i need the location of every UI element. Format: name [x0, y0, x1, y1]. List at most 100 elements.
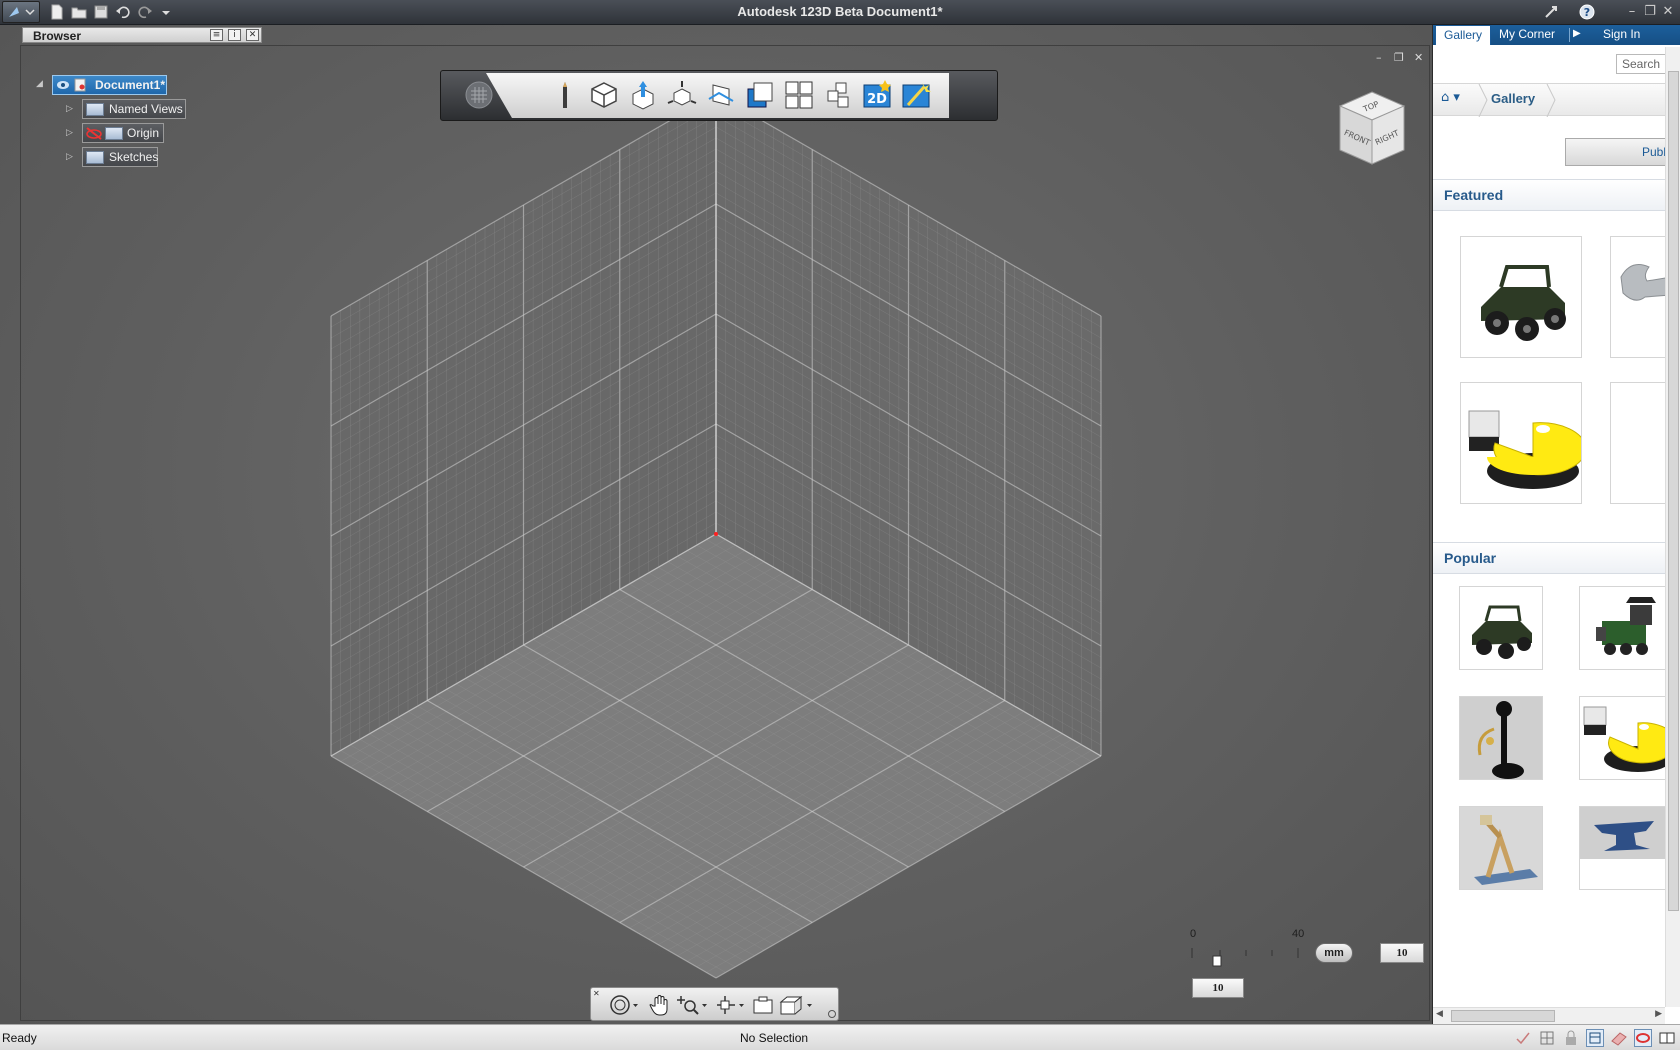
modify-icon[interactable] — [627, 79, 659, 111]
tree-collapse-icon[interactable]: ◢ — [36, 79, 46, 89]
breadcrumb-gallery[interactable]: Gallery — [1491, 91, 1535, 106]
browser-panel-header: Browser ≡ i ✕ — [22, 27, 262, 43]
tree-item-sketches[interactable]: Sketches — [82, 147, 158, 167]
popular-thumb-telephone[interactable] — [1459, 696, 1543, 780]
snap-grid-icon[interactable] — [1586, 1029, 1604, 1047]
browser-info-icon[interactable]: i — [228, 29, 241, 41]
gallery-vertical-scrollbar[interactable] — [1665, 47, 1680, 1007]
publish-button[interactable]: Publis — [1565, 138, 1680, 166]
folder-icon — [86, 151, 104, 164]
popular-thumb-anvil[interactable] — [1579, 806, 1669, 890]
scroll-left-icon[interactable]: ◀ — [1436, 1009, 1443, 1019]
browser-list-icon[interactable]: ≡ — [210, 29, 223, 41]
fit-icon[interactable] — [751, 994, 775, 1016]
folder-icon — [105, 127, 123, 140]
viewport-close-icon[interactable]: ✕ — [1414, 51, 1423, 64]
unit-button[interactable]: mm — [1315, 943, 1353, 963]
communication-icon[interactable] — [1542, 3, 1562, 21]
popular-thumb-locomotive[interactable] — [1579, 586, 1669, 670]
tab-gallery[interactable]: Gallery — [1435, 25, 1491, 45]
viewport-minimize-icon[interactable]: – — [1376, 51, 1382, 64]
selection-status: No Selection — [740, 1031, 809, 1045]
2d-drawing-icon[interactable]: 2D — [861, 79, 893, 111]
layout-icon[interactable] — [1658, 1029, 1676, 1047]
tree-item-named-views[interactable]: Named Views — [82, 99, 186, 119]
tab-sign-in[interactable]: Sign In — [1603, 25, 1640, 45]
minimize-button[interactable]: – — [1624, 4, 1640, 20]
orbit-icon[interactable] — [609, 994, 638, 1016]
look-at-icon[interactable] — [715, 994, 749, 1016]
restore-button[interactable]: ❐ — [1642, 4, 1658, 20]
play-icon[interactable]: ▶ — [1569, 28, 1581, 42]
scale-value-field[interactable]: 10 — [1192, 978, 1244, 998]
checkmark-icon[interactable] — [1514, 1029, 1532, 1047]
viewport-restore-icon[interactable]: ❐ — [1394, 51, 1404, 64]
gallery-horizontal-scrollbar[interactable]: ◀ ▶ — [1433, 1007, 1665, 1024]
shaded-view-icon[interactable] — [1610, 1029, 1628, 1047]
viewcube[interactable]: TOP FRONT RIGHT — [1336, 88, 1408, 172]
measure-icon[interactable] — [783, 79, 815, 111]
navbar-options-icon[interactable] — [828, 1010, 836, 1018]
featured-thumb-empty[interactable] — [1610, 382, 1670, 504]
3d-viewport[interactable]: – ❐ ✕ — [0, 25, 1432, 1024]
tree-expand-icon[interactable]: ▷ — [66, 128, 76, 138]
lock-icon[interactable] — [1562, 1029, 1580, 1047]
tree-item-document[interactable]: Document1* — [52, 75, 167, 95]
tree-item-label: Origin — [127, 126, 160, 140]
tree-expand-icon[interactable]: ▷ — [66, 104, 76, 114]
scroll-right-icon[interactable]: ▶ — [1655, 1009, 1662, 1019]
featured-thumb-jeep[interactable] — [1460, 236, 1582, 358]
origin-point — [714, 532, 718, 536]
gallery-panel: Gallery My Corner ▶ Sign In Search ⌂ ▾ G… — [1432, 25, 1680, 1024]
tree-item-label: Document1* — [95, 78, 166, 92]
grid-size-field[interactable]: 10 — [1380, 943, 1424, 963]
scrollbar-thumb[interactable] — [1668, 71, 1679, 911]
featured-thumb-wrench[interactable] — [1610, 236, 1670, 358]
navigation-bar: ✕ — [590, 987, 839, 1021]
folder-icon — [86, 103, 104, 116]
tab-my-corner[interactable]: My Corner — [1499, 25, 1555, 45]
status-text: Ready — [2, 1031, 37, 1045]
pattern-icon[interactable] — [666, 79, 698, 111]
featured-thumb-pacman[interactable] — [1460, 382, 1582, 504]
home-icon[interactable]: ⌂ ▾ — [1441, 90, 1477, 112]
construct-icon[interactable] — [588, 79, 620, 111]
combine-icon[interactable] — [744, 79, 776, 111]
help-icon[interactable]: ? — [1578, 3, 1598, 21]
navbar-close-icon[interactable]: ✕ — [593, 990, 601, 998]
tree-item-label: Sketches — [109, 150, 159, 164]
title-bar: Autodesk 123D Beta Document1* ? – ❐ ✕ — [0, 0, 1680, 25]
eye-icon[interactable] — [56, 78, 70, 92]
breadcrumb: ⌂ ▾ Gallery — [1433, 83, 1680, 117]
view-style-icon[interactable] — [777, 994, 817, 1016]
text-icon[interactable] — [822, 79, 854, 111]
breadcrumb-separator-icon — [1478, 84, 1488, 117]
grouping-icon[interactable] — [705, 79, 737, 111]
tree-item-label: Named Views — [109, 102, 183, 116]
tree-expand-icon[interactable]: ▷ — [66, 152, 76, 162]
sketch-icon[interactable] — [549, 79, 581, 111]
popular-thumb-pacman[interactable] — [1579, 696, 1669, 780]
popular-thumb-jeep[interactable] — [1459, 586, 1543, 670]
zoom-icon[interactable] — [675, 994, 709, 1016]
browser-close-icon[interactable]: ✕ — [246, 29, 259, 41]
svg-text:?: ? — [1584, 6, 1590, 19]
featured-label: Featured — [1444, 187, 1504, 203]
tree-item-origin[interactable]: Origin — [82, 123, 164, 143]
viewport-window-controls[interactable]: – ❐ ✕ — [1370, 51, 1430, 65]
materials-icon[interactable] — [900, 79, 932, 111]
visual-style-icon[interactable] — [1634, 1029, 1652, 1047]
popular-thumb-catapult[interactable] — [1459, 806, 1543, 890]
popular-section-header: Popular — [1433, 542, 1680, 574]
close-button[interactable]: ✕ — [1660, 4, 1676, 20]
svg-text:2D: 2D — [867, 92, 887, 107]
window-title: Autodesk 123D Beta Document1* — [737, 4, 943, 19]
pan-icon[interactable] — [649, 994, 673, 1016]
scrollbar-thumb[interactable] — [1451, 1010, 1555, 1022]
grid-icon[interactable] — [1538, 1029, 1556, 1047]
featured-section-header: Featured — [1433, 179, 1680, 211]
hidden-eye-icon[interactable] — [85, 126, 103, 141]
primitives-icon[interactable] — [461, 77, 493, 109]
scale-slider[interactable] — [1190, 942, 1314, 972]
document-icon — [73, 78, 87, 92]
